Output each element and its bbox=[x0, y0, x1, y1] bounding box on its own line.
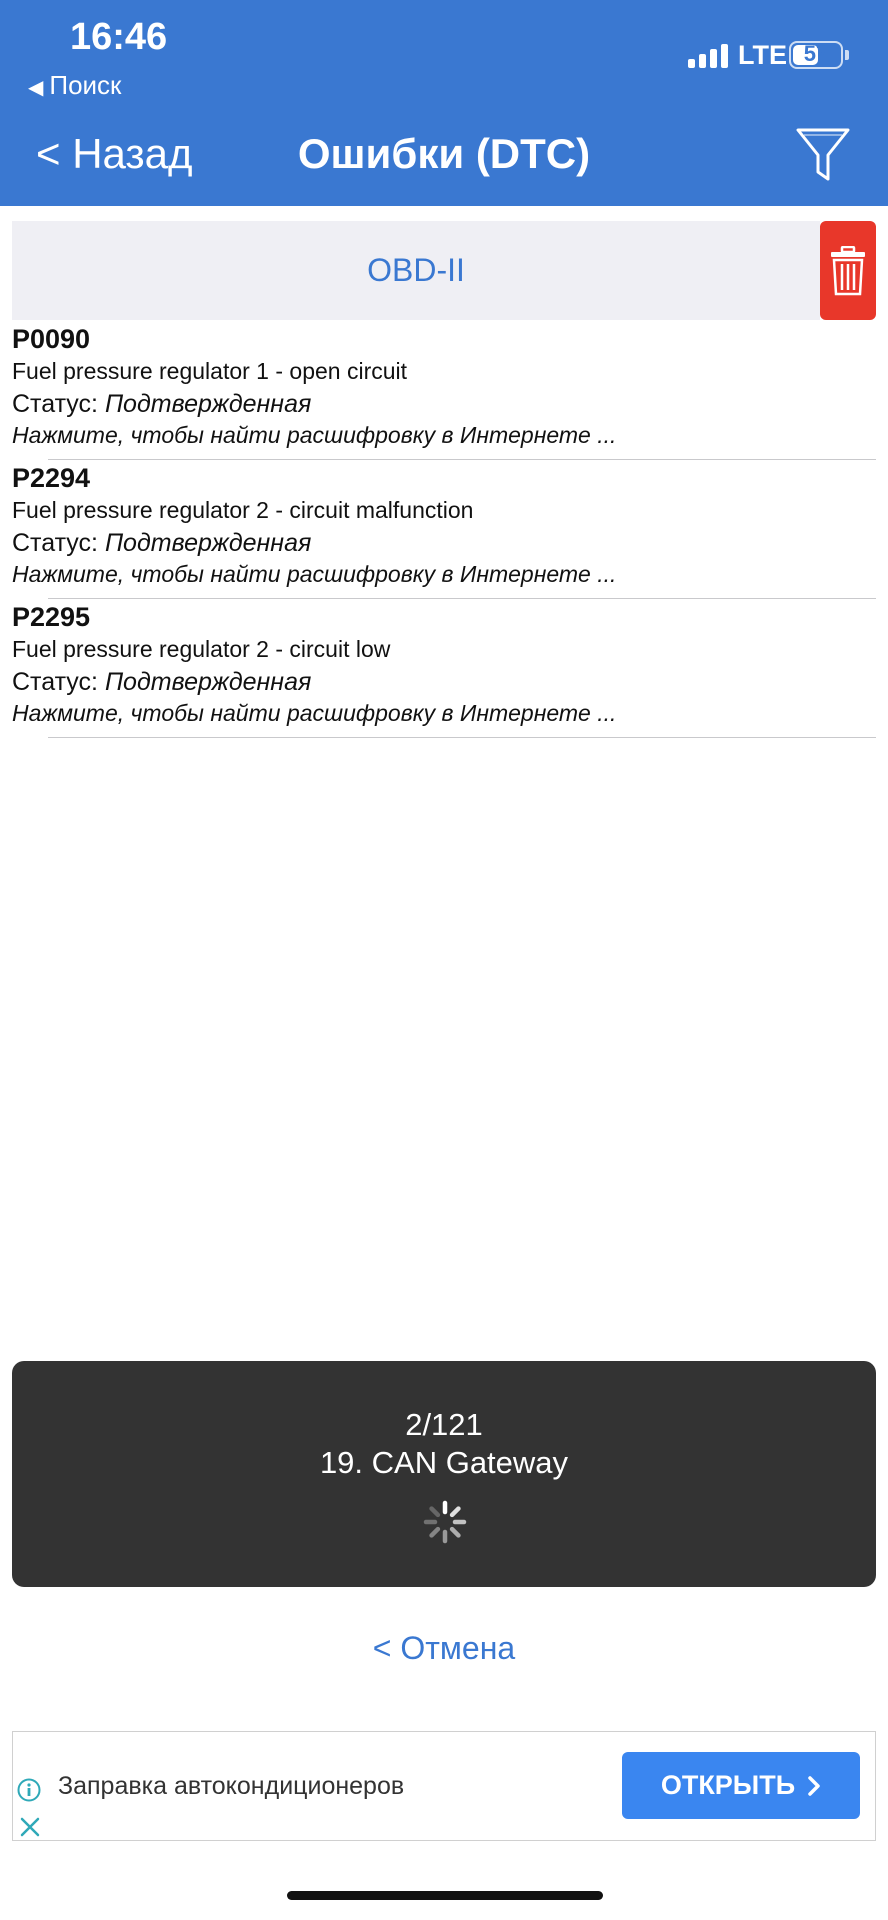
network-type: LTE bbox=[738, 40, 787, 70]
dtc-status-value: Подтвержденная bbox=[104, 390, 312, 418]
battery-percent: 57 bbox=[803, 41, 829, 66]
divider bbox=[48, 459, 876, 460]
dtc-list-item[interactable]: P2295 Fuel pressure regulator 2 - circui… bbox=[12, 602, 878, 740]
info-icon[interactable] bbox=[17, 1778, 41, 1802]
filter-icon[interactable] bbox=[795, 126, 851, 184]
dtc-code: P0090 bbox=[12, 324, 91, 354]
scan-progress-panel: 2/121 19. CAN Gateway bbox=[12, 1361, 876, 1587]
divider bbox=[48, 598, 876, 599]
section-header-obd: OBD-II bbox=[12, 221, 820, 320]
navigation-header: 16:46 ◀ Поиск LTE 57 < Назад Ошибки (DTC) bbox=[0, 0, 888, 206]
dtc-status-label: Статус: bbox=[12, 529, 98, 557]
dtc-search-hint[interactable]: Нажмите, чтобы найти расшифровку в Интер… bbox=[12, 561, 616, 588]
dtc-status: Статус: Подтвержденная bbox=[12, 668, 311, 697]
dtc-status-label: Статус: bbox=[12, 668, 98, 696]
delete-button[interactable] bbox=[820, 221, 876, 320]
page-title: Ошибки (DTC) bbox=[297, 130, 591, 177]
close-icon[interactable] bbox=[19, 1816, 41, 1838]
loading-spinner-icon bbox=[423, 1500, 467, 1544]
status-back-to-app[interactable]: ◀ Поиск bbox=[28, 70, 121, 101]
cellular-signal-icon bbox=[688, 42, 728, 68]
ad-banner[interactable]: Заправка автокондиционеров ОТКРЫТЬ bbox=[12, 1731, 876, 1841]
dtc-status-value: Подтвержденная bbox=[104, 668, 312, 696]
dtc-code: P2295 bbox=[12, 602, 91, 632]
chevron-right-icon bbox=[808, 1775, 820, 1796]
battery-icon: 57 bbox=[789, 41, 843, 69]
status-back-label: Поиск bbox=[49, 70, 122, 100]
ad-open-button[interactable]: ОТКРЫТЬ bbox=[622, 1752, 860, 1819]
dtc-description: Fuel pressure regulator 2 - circuit low bbox=[12, 636, 391, 662]
dtc-status-label: Статус: bbox=[12, 390, 98, 418]
dtc-status: Статус: Подтвержденная bbox=[12, 390, 311, 419]
dtc-search-hint[interactable]: Нажмите, чтобы найти расшифровку в Интер… bbox=[12, 422, 616, 449]
ad-open-label: ОТКРЫТЬ bbox=[660, 1770, 796, 1800]
dtc-status-value: Подтвержденная bbox=[104, 529, 312, 557]
back-triangle-icon: ◀ bbox=[28, 77, 44, 99]
dtc-list-item[interactable]: P0090 Fuel pressure regulator 1 - open c… bbox=[12, 324, 878, 462]
scan-current-module: 19. CAN Gateway bbox=[319, 1445, 569, 1480]
scan-progress-count: 2/121 bbox=[405, 1407, 483, 1442]
dtc-status: Статус: Подтвержденная bbox=[12, 529, 311, 558]
dtc-search-hint[interactable]: Нажмите, чтобы найти расшифровку в Интер… bbox=[12, 700, 616, 727]
status-time: 16:46 bbox=[70, 16, 168, 58]
battery-nub bbox=[845, 50, 849, 60]
trash-icon bbox=[831, 245, 865, 295]
cancel-button[interactable]: < Отмена bbox=[0, 1630, 888, 1667]
section-title: OBD-II bbox=[367, 252, 465, 288]
dtc-description: Fuel pressure regulator 2 - circuit malf… bbox=[12, 497, 474, 523]
home-indicator[interactable] bbox=[287, 1891, 603, 1900]
dtc-description: Fuel pressure regulator 1 - open circuit bbox=[12, 358, 408, 384]
dtc-code: P2294 bbox=[12, 463, 91, 493]
dtc-list-item[interactable]: P2294 Fuel pressure regulator 2 - circui… bbox=[12, 463, 878, 601]
divider bbox=[48, 737, 876, 738]
ad-text: Заправка автокондиционеров bbox=[58, 1772, 405, 1800]
